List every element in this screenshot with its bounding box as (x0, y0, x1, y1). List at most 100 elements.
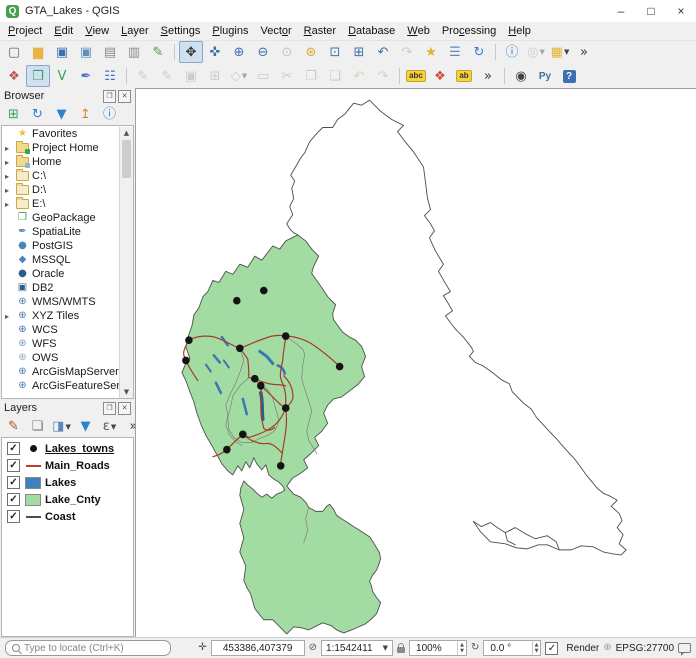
expand-icon[interactable]: ▸ (5, 312, 15, 321)
menu-vector[interactable]: Vector (254, 22, 297, 40)
zoom-to-layer-button[interactable]: ⊞ (347, 41, 371, 63)
browser-item-arcgismapserver[interactable]: ⊕ArcGisMapServer (2, 365, 120, 379)
extents-toggle-icon[interactable]: ⊘ (309, 643, 317, 653)
paste-features-button[interactable]: ❏ (323, 65, 347, 87)
pan-map-button[interactable]: ✥ (179, 41, 203, 63)
vertex-tool-button[interactable]: ◇▼ (227, 65, 251, 87)
save-layer-edits-button[interactable]: ▣ (179, 65, 203, 87)
zoom-in-button[interactable]: ⊕ (227, 41, 251, 63)
rotation-spinbox[interactable]: 0.0 ° ▲▼ (483, 640, 541, 656)
filter-by-expression-button[interactable]: ε▼ (98, 416, 121, 437)
zoom-next-button[interactable]: ↷ (395, 41, 419, 63)
browser-item-e[interactable]: ▸E:\ (2, 197, 120, 211)
zoom-native-button[interactable]: ⊙ (275, 41, 299, 63)
add-feature-button[interactable]: ⊞ (203, 65, 227, 87)
menu-raster[interactable]: Raster (298, 22, 342, 40)
layer-visibility-checkbox[interactable]: ✓ (7, 476, 20, 489)
magnifier-spinbox[interactable]: 100% ▲▼ (409, 640, 467, 656)
run-feature-action-button[interactable]: ◎▼ (524, 41, 548, 63)
menu-plugins[interactable]: Plugins (206, 22, 254, 40)
crs-status[interactable]: EPSG:27700 (616, 643, 674, 654)
new-virtual-layer-button[interactable]: ☷ (98, 65, 122, 87)
locate-input[interactable]: Type to locate (Ctrl+K) (5, 640, 171, 656)
save-project-button[interactable]: ▣ (50, 41, 74, 63)
browser-item-arcgisfeatureserver[interactable]: ⊕ArcGisFeatureServer (2, 379, 120, 393)
browser-item-project-home[interactable]: ▸Project Home (2, 141, 120, 155)
zoom-to-selection-button[interactable]: ⊡ (323, 41, 347, 63)
new-bookmark-button[interactable]: ★ (419, 41, 443, 63)
browser-item-wcs[interactable]: ⊕WCS (2, 323, 120, 337)
data-source-manager-button[interactable]: ❖ (2, 65, 26, 87)
chevron-down-icon[interactable]: ▼ (242, 72, 247, 80)
scroll-up-icon[interactable]: ▲ (120, 127, 133, 139)
minimize-button[interactable]: – (606, 0, 636, 22)
cut-features-button[interactable]: ✂ (275, 65, 299, 87)
scroll-down-icon[interactable]: ▼ (120, 386, 133, 398)
browser-item-xyz-tiles[interactable]: ▸⊕XYZ Tiles (2, 309, 120, 323)
toggle-editing-button[interactable]: ✎ (155, 65, 179, 87)
layer-row-main-roads[interactable]: ✓Main_Roads (2, 457, 133, 474)
layer-visibility-checkbox[interactable]: ✓ (7, 493, 20, 506)
properties-widget-button[interactable]: ⓘ (98, 104, 121, 125)
open-layer-styling-button[interactable]: ✎ (2, 416, 25, 437)
expand-icon[interactable]: ▸ (5, 158, 15, 167)
new-spatialite-button[interactable]: ✒ (74, 65, 98, 87)
scrollbar-thumb[interactable] (122, 140, 131, 178)
chevron-down-icon[interactable]: ▼ (564, 48, 569, 56)
show-bookmarks-button[interactable]: ☰ (443, 41, 467, 63)
toolbar2-overflow-button[interactable]: » (476, 65, 500, 87)
pin-labels-button[interactable]: ab (452, 65, 476, 87)
copy-features-button[interactable]: ❐ (299, 65, 323, 87)
expand-icon[interactable]: ▸ (5, 172, 15, 181)
browser-item-spatialite[interactable]: ✒SpatiaLite (2, 225, 120, 239)
menu-database[interactable]: Database (342, 22, 401, 40)
browser-item-geopackage[interactable]: ❒GeoPackage (2, 211, 120, 225)
browser-item-db2[interactable]: ▣DB2 (2, 281, 120, 295)
show-layout-manager-button[interactable]: ▥ (122, 41, 146, 63)
menu-project[interactable]: Project (2, 22, 48, 40)
menu-help[interactable]: Help (502, 22, 537, 40)
scale-combo[interactable]: 1:1542411 ▼ (321, 640, 393, 656)
new-print-layout-button[interactable]: ▤ (98, 41, 122, 63)
layer-visibility-checkbox[interactable]: ✓ (7, 510, 20, 523)
browser-item-mssql[interactable]: ◆MSSQL (2, 253, 120, 267)
menu-edit[interactable]: Edit (48, 22, 79, 40)
chevron-down-icon[interactable]: ▼ (111, 423, 116, 431)
layer-labeling-options-button[interactable]: ❖ (428, 65, 452, 87)
expand-icon[interactable]: ▸ (5, 200, 15, 209)
layer-row-lakes[interactable]: ✓Lakes (2, 474, 133, 491)
browser-float-button[interactable]: ❐ (103, 90, 116, 103)
menu-web[interactable]: Web (401, 22, 436, 40)
chevron-down-icon[interactable]: ▼ (383, 644, 388, 652)
zoom-last-button[interactable]: ↶ (371, 41, 395, 63)
render-checkbox-box[interactable]: ✓ (545, 642, 558, 655)
browser-item-wfs[interactable]: ⊕WFS (2, 337, 120, 351)
browser-close-button[interactable]: ✕ (118, 90, 131, 103)
toolbar1-overflow-button[interactable]: » (572, 41, 596, 63)
lock-scale-icon[interactable] (397, 647, 405, 653)
help-contents-button[interactable]: ? (557, 65, 581, 87)
expand-icon[interactable]: ▸ (5, 144, 15, 153)
identify-features-button[interactable]: ⓘ (500, 41, 524, 63)
select-features-button[interactable]: ▦▼ (548, 41, 572, 63)
expand-icon[interactable]: ▸ (5, 186, 15, 195)
layer-row-coast[interactable]: ✓Coast (2, 508, 133, 525)
open-project-button[interactable]: ▆ (26, 41, 50, 63)
style-manager-button[interactable]: ✎ (146, 41, 170, 63)
new-project-button[interactable]: ▢ (2, 41, 26, 63)
menu-settings[interactable]: Settings (155, 22, 207, 40)
chevron-down-icon[interactable]: ▼ (65, 423, 70, 431)
pan-to-selection-button[interactable]: ✜ (203, 41, 227, 63)
layer-visibility-checkbox[interactable]: ✓ (7, 442, 20, 455)
layers-float-button[interactable]: ❐ (103, 402, 116, 415)
browser-item-postgis[interactable]: ●PostGIS (2, 239, 120, 253)
layer-labeling-button[interactable]: abc (404, 65, 428, 87)
browser-item-d[interactable]: ▸D:\ (2, 183, 120, 197)
browser-item-home[interactable]: ▸Home (2, 155, 120, 169)
menu-layer[interactable]: Layer (115, 22, 155, 40)
zoom-out-button[interactable]: ⊖ (251, 41, 275, 63)
refresh-browser-button[interactable]: ↻ (26, 104, 49, 125)
metasearch-button[interactable]: ◉ (509, 65, 533, 87)
layer-row-lake-cnty[interactable]: ✓Lake_Cnty (2, 491, 133, 508)
map-canvas[interactable] (135, 88, 696, 638)
